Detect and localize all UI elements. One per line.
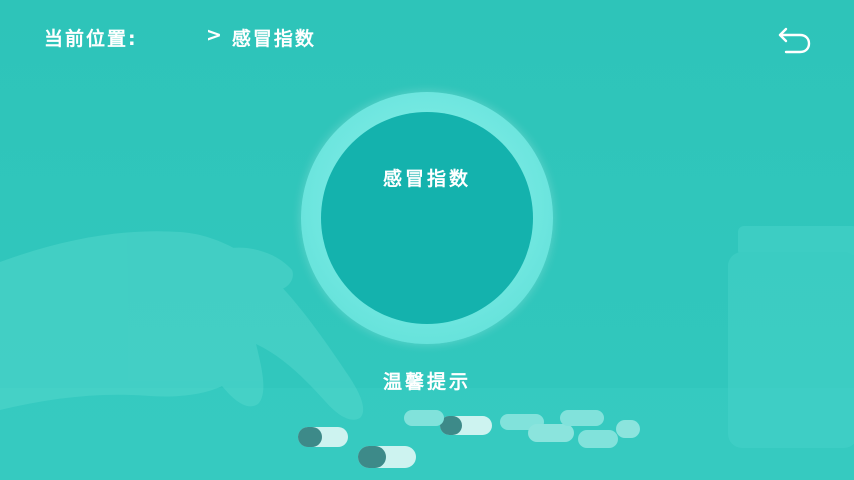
dial-title: 感冒指数 — [382, 168, 471, 190]
breadcrumb: > 感冒指数 — [206, 24, 316, 51]
back-arrow-icon — [778, 27, 811, 54]
back-button[interactable] — [776, 22, 816, 58]
breadcrumb-separator: > — [206, 24, 224, 46]
location-label: 当前位置: — [44, 28, 138, 50]
pill-bottle — [728, 226, 854, 448]
tips-button[interactable]: 温馨提示 — [370, 367, 484, 397]
top-bar: 当前位置: > 感冒指数 — [0, 0, 854, 72]
breadcrumb-current: 感冒指数 — [231, 28, 316, 50]
cold-index-dial[interactable]: 感冒指数 — [321, 112, 533, 324]
